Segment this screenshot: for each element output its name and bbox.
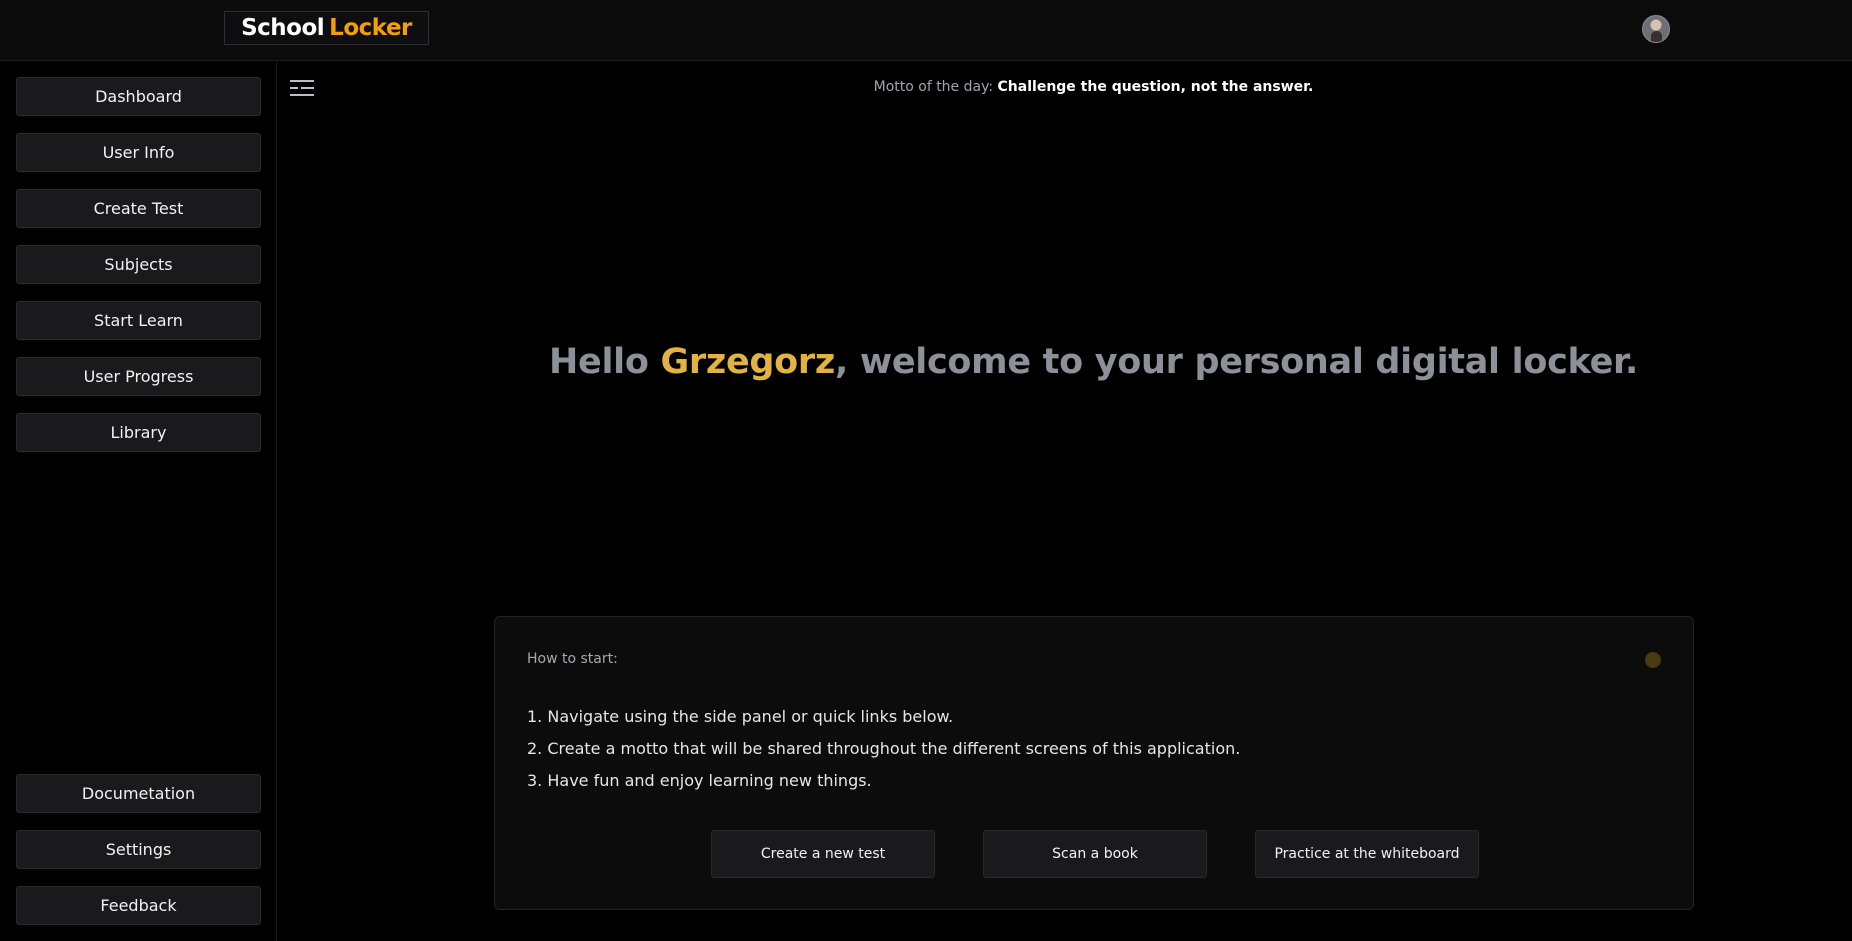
scan-book-button[interactable]: Scan a book — [983, 830, 1207, 878]
sidebar: Dashboard User Info Create Test Subjects… — [0, 61, 277, 941]
user-name: Grzegorz — [660, 342, 836, 382]
welcome-heading: Hello Grzegorz, welcome to your personal… — [277, 342, 1852, 382]
motto-label: Motto of the day: — [873, 79, 994, 95]
steps-list: 1. Navigate using the side panel or quic… — [527, 701, 1240, 797]
create-new-test-button[interactable]: Create a new test — [711, 830, 935, 878]
sidebar-item-subjects[interactable]: Subjects — [16, 245, 261, 284]
top-bar: School Locker — [0, 0, 1852, 61]
sidebar-item-library[interactable]: Library — [16, 413, 261, 452]
sidebar-item-create-test[interactable]: Create Test — [16, 189, 261, 228]
logo-text-locker: Locker — [329, 15, 412, 41]
user-avatar[interactable] — [1642, 15, 1670, 43]
status-dot-icon — [1645, 652, 1661, 668]
sidebar-item-dashboard[interactable]: Dashboard — [16, 77, 261, 116]
sidebar-item-documentation[interactable]: Documetation — [16, 774, 261, 813]
sidebar-item-settings[interactable]: Settings — [16, 830, 261, 869]
list-item: 1. Navigate using the side panel or quic… — [527, 707, 954, 726]
card-title: How to start: — [527, 651, 618, 667]
list-item: 2. Create a motto that will be shared th… — [527, 739, 1241, 758]
app-logo[interactable]: School Locker — [224, 11, 429, 45]
logo-text-school: School — [241, 15, 325, 41]
list-item: 3. Have fun and enjoy learning new thing… — [527, 771, 872, 790]
greeting-prefix: Hello — [549, 342, 649, 382]
how-to-start-card: How to start: 1. Navigate using the side… — [494, 616, 1694, 910]
sidebar-item-user-progress[interactable]: User Progress — [16, 357, 261, 396]
sidebar-item-user-info[interactable]: User Info — [16, 133, 261, 172]
practice-whiteboard-button[interactable]: Practice at the whiteboard — [1255, 830, 1479, 878]
motto-text: Challenge the question, not the answer. — [997, 79, 1314, 95]
sidebar-item-start-learn[interactable]: Start Learn — [16, 301, 261, 340]
motto-of-the-day: Motto of the day: Challenge the question… — [277, 79, 1852, 95]
sidebar-item-feedback[interactable]: Feedback — [16, 886, 261, 925]
greeting-suffix: , welcome to your personal digital locke… — [834, 342, 1638, 382]
